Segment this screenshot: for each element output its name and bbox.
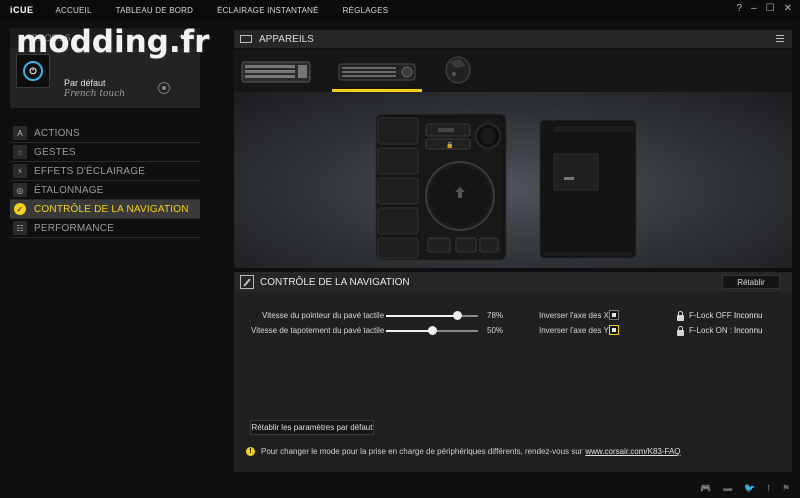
close-icon[interactable]: ✕	[784, 3, 792, 14]
pointer-speed-value: 78%	[487, 311, 504, 320]
edit-icon	[240, 275, 254, 289]
menu-item-label: GESTES	[34, 146, 76, 158]
menu-item-performance[interactable]: ☷ PERFORMANCE	[10, 219, 200, 238]
devices-header: APPAREILS	[234, 30, 792, 48]
facebook-icon[interactable]: f	[767, 483, 770, 494]
flock-off-label: F-Lock OFF :	[689, 311, 737, 320]
chat-icon[interactable]: ▬	[723, 483, 732, 494]
top-bar: iCUE ACCUEIL TABLEAU DE BORD ÉCLAIRAGE I…	[0, 0, 800, 20]
menu-item-label: CONTRÔLE DE LA NAVIGATION	[34, 203, 189, 215]
menu-item-calibration[interactable]: ◎ ÉTALONNAGE	[10, 181, 200, 200]
nav-dashboard[interactable]: TABLEAU DE BORD	[116, 6, 194, 15]
hamburger-icon[interactable]	[776, 35, 784, 42]
navigation-settings-panel: Vitesse du pointeur du pavé tactile 78% …	[234, 292, 792, 472]
pointer-speed-label: Vitesse du pointeur du pavé tactile	[262, 311, 385, 320]
gamepad-icon[interactable]: 🎮	[700, 483, 711, 494]
flock-off-value: Inconnu	[734, 311, 763, 320]
tap-speed-handle[interactable]	[428, 326, 437, 335]
svg-text:🔒: 🔒	[446, 141, 453, 149]
restore-defaults-button[interactable]: Rétablir les paramètres par défaut	[250, 420, 374, 435]
menu-item-gestures[interactable]: ☝ GESTES	[10, 143, 200, 162]
maximize-icon[interactable]: ☐	[766, 3, 775, 14]
device-preview: 🔒	[234, 92, 792, 268]
hand-icon: ☝	[13, 145, 27, 159]
info-icon: !	[246, 447, 255, 456]
menu-item-label: PERFORMANCE	[34, 222, 114, 234]
k83-device-icon	[338, 63, 416, 81]
menu-item-label: ÉTALONNAGE	[34, 184, 104, 196]
nav-instant-lighting[interactable]: ÉCLAIRAGE INSTANTANÉ	[217, 6, 319, 15]
device-tabs	[234, 50, 792, 92]
k83-device-image: 🔒	[375, 113, 637, 261]
info-text: Pour changer le mode pour la prise en ch…	[261, 447, 583, 456]
device-tab-keyboard[interactable]	[240, 54, 320, 92]
tap-speed-value: 50%	[487, 326, 504, 335]
profile-name: Par défaut	[64, 78, 106, 88]
section-title: CONTRÔLE DE LA NAVIGATION	[260, 276, 410, 288]
lock-icon	[677, 311, 684, 321]
help-icon[interactable]: ?	[737, 3, 743, 14]
minimize-icon[interactable]: –	[751, 3, 757, 14]
navigation-section-header: CONTRÔLE DE LA NAVIGATION Rétablir	[234, 272, 792, 292]
menu-item-navigation-control[interactable]: ✓ CONTRÔLE DE LA NAVIGATION	[10, 200, 200, 219]
menu-item-label: ACTIONS	[34, 127, 80, 139]
watermark: modding.fr	[16, 24, 210, 60]
tap-speed-fill	[386, 330, 432, 332]
lightning-icon: ⚡	[13, 164, 27, 178]
nav-settings[interactable]: RÉGLAGES	[343, 6, 389, 15]
twitter-icon[interactable]: 🐦	[744, 483, 755, 494]
invert-y-checkbox[interactable]	[609, 325, 619, 335]
keyboard-device-icon	[241, 61, 311, 83]
invert-x-checkbox[interactable]	[609, 310, 619, 320]
footer: 🎮 ▬ 🐦 f ⚑	[0, 479, 800, 498]
info-message: ! Pour changer le mode pour la prise en …	[246, 447, 681, 456]
pointer-speed-fill	[386, 315, 458, 317]
menu-item-actions[interactable]: A ACTIONS	[10, 124, 200, 143]
tap-speed-label: Vitesse de tapotement du pavé tactile	[251, 326, 385, 335]
social-links: 🎮 ▬ 🐦 f ⚑	[700, 483, 790, 494]
devices-title: APPAREILS	[259, 33, 314, 45]
menu-item-lighting-effects[interactable]: ⚡ EFFETS D'ÉCLAIRAGE	[10, 162, 200, 181]
device-tab-k83[interactable]	[332, 54, 422, 92]
sliders-icon: ☷	[13, 221, 27, 235]
invert-x-label: Inverser l'axe des X	[539, 311, 610, 320]
pointer-speed-handle[interactable]	[453, 311, 462, 320]
corsair-icon[interactable]: ⚑	[782, 483, 790, 494]
reset-button[interactable]: Rétablir	[722, 275, 780, 289]
mouse-device-icon	[445, 56, 471, 84]
keyboard-icon	[240, 35, 252, 43]
target-icon: ◎	[13, 183, 27, 197]
check-circle-icon: ✓	[14, 203, 26, 215]
window-controls: ? – ☐ ✕	[737, 3, 792, 14]
left-panel: PROFILS + ≡ ⏻ Par défaut French touch A …	[10, 28, 200, 498]
flock-on-value: Inconnu	[734, 326, 763, 335]
menu-item-label: EFFETS D'ÉCLAIRAGE	[34, 165, 146, 177]
profile-subtitle: French touch	[64, 89, 126, 99]
faq-link[interactable]: www.corsair.com/K83-FAQ	[585, 447, 680, 456]
app-title: iCUE	[10, 5, 34, 15]
device-tab-mouse[interactable]	[440, 54, 480, 92]
profile-options-icon[interactable]	[158, 82, 170, 94]
feature-menu: A ACTIONS ☝ GESTES ⚡ EFFETS D'ÉCLAIRAGE …	[10, 124, 200, 238]
flock-on-label: F-Lock ON :	[689, 326, 733, 335]
invert-y-label: Inverser l'axe des Y	[539, 326, 609, 335]
actions-icon: A	[13, 126, 27, 140]
nav-home[interactable]: ACCUEIL	[56, 6, 92, 15]
lock-icon	[677, 326, 684, 336]
